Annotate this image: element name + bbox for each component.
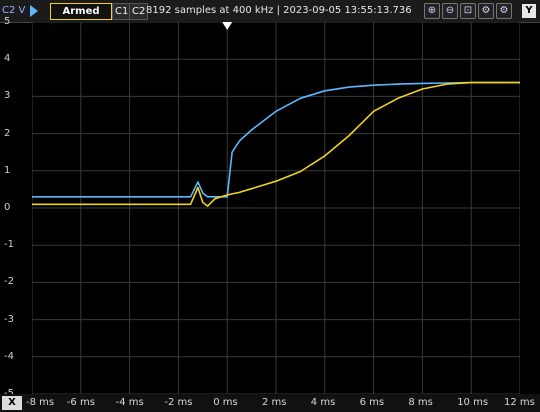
x-tick-label: 4 ms: [310, 397, 336, 408]
x-tick-label: 10 ms: [457, 397, 489, 408]
zoom-fit-icon[interactable]: ⊡: [460, 3, 476, 19]
x-tick-label: -2 ms: [164, 397, 193, 408]
x-axis-bar: X -8 ms -6 ms -4 ms -2 ms 0 ms 2 ms 4 ms 6 ms 8 …: [0, 394, 540, 412]
play-arrow-icon[interactable]: [30, 5, 38, 17]
y-tick-label: 2: [4, 127, 11, 139]
toolbar: C2 V Armed C1 C2 8192 samples at 400 kHz…: [0, 0, 540, 23]
x-tick-label: -4 ms: [115, 397, 144, 408]
y-tick-label: 1: [4, 164, 11, 176]
gear-icon[interactable]: ⚙: [496, 3, 512, 19]
zoom-out-icon[interactable]: ⊖: [442, 3, 458, 19]
x-tick-label: 0 ms: [213, 397, 238, 408]
x-tick-label: 6 ms: [359, 397, 385, 408]
y-tick-label: -1: [4, 239, 14, 251]
scope-plot[interactable]: [32, 22, 520, 394]
x-axis-button[interactable]: X: [2, 396, 22, 410]
y-tick-label: 5: [4, 16, 11, 27]
settings-icon[interactable]: ⚙: [478, 3, 494, 19]
zoom-in-icon[interactable]: ⊕: [424, 3, 440, 19]
y-tick-label: -2: [4, 276, 14, 288]
x-tick-label: -8 ms: [26, 397, 55, 408]
y-tick-label: 0: [4, 202, 11, 213]
y-tick-label: 3: [4, 90, 11, 102]
x-tick-label: 2 ms: [262, 397, 287, 408]
acquisition-info: 8192 samples at 400 kHz | 2023-09-05 13:…: [146, 5, 412, 16]
x-tick-label: -6 ms: [66, 397, 95, 408]
y-tick-label: -4: [4, 350, 14, 362]
x-tick-label: 8 ms: [408, 397, 433, 408]
y-axis-button[interactable]: Y: [522, 4, 536, 18]
y-tick-label: 4: [4, 53, 11, 65]
trigger-status-button[interactable]: Armed: [50, 3, 112, 20]
y-tick-label: -3: [4, 313, 14, 325]
x-tick-label: 12 ms: [504, 397, 535, 408]
